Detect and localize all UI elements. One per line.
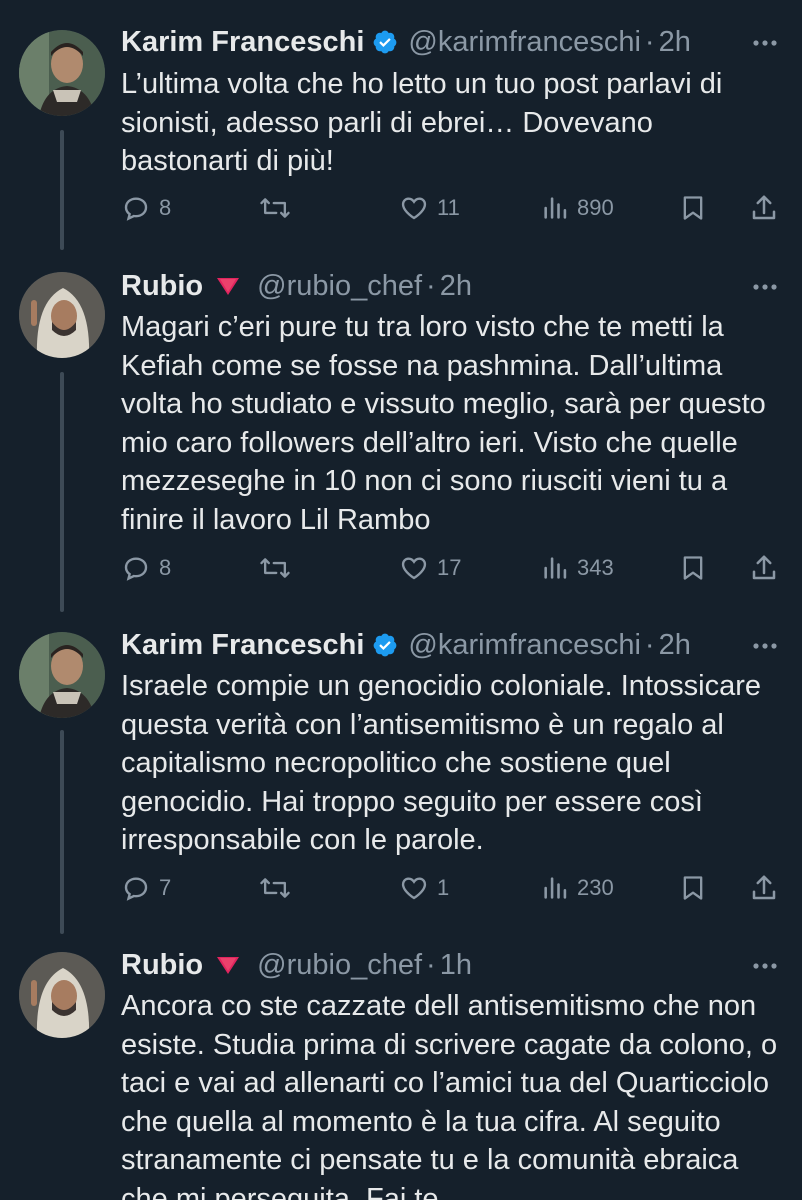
action-bar: 8 17 343 (119, 548, 784, 588)
author-name[interactable]: Karim Franceschi (121, 629, 364, 662)
action-bar: 7 1 230 (119, 868, 784, 908)
tweet-header: Rubio @rubio_chef · 1h (121, 945, 472, 985)
timestamp[interactable]: 2h (659, 629, 691, 662)
bookmark-button[interactable] (679, 868, 707, 908)
separator-dot: · (644, 25, 655, 58)
avatar[interactable] (19, 272, 105, 358)
thread-line (60, 130, 64, 250)
reply-icon (121, 193, 151, 223)
views-button[interactable]: 890 (541, 188, 614, 228)
verified-badge-icon (372, 29, 398, 55)
verified-badge-icon (372, 632, 398, 658)
more-dots-icon[interactable] (750, 631, 780, 661)
reply-icon (121, 873, 151, 903)
like-count: 17 (437, 555, 462, 580)
reply-count: 7 (159, 875, 172, 900)
views-button[interactable]: 343 (541, 548, 614, 588)
views-count: 230 (577, 875, 614, 900)
share-icon (749, 873, 779, 903)
like-button[interactable]: 11 (399, 188, 460, 228)
author-name[interactable]: Rubio (121, 270, 203, 303)
author-handle[interactable]: @rubio_chef (257, 949, 422, 982)
reply-count: 8 (159, 195, 172, 220)
tweet-text: Israele compie un genocidio coloniale. I… (121, 670, 761, 856)
separator-dot: · (426, 269, 436, 302)
tweet-text: L’ultima volta che ho letto un tuo post … (121, 68, 723, 177)
bookmark-icon (679, 553, 707, 583)
author-handle[interactable]: @karimfranceschi (408, 26, 641, 59)
like-button[interactable]: 17 (399, 548, 461, 588)
retweet-icon (259, 193, 291, 223)
separator-dot: · (644, 628, 655, 661)
timestamp[interactable]: 2h (659, 26, 691, 59)
avatar[interactable] (19, 952, 105, 1038)
share-button[interactable] (749, 548, 779, 588)
more-dots-icon[interactable] (750, 951, 780, 981)
more-dots-icon[interactable] (750, 28, 780, 58)
author-name[interactable]: Karim Franceschi (121, 26, 364, 59)
reply-icon (121, 553, 151, 583)
thread-line (60, 730, 64, 934)
thread-line (60, 372, 64, 612)
reply-button[interactable]: 7 (121, 868, 171, 908)
tweet-text: Ancora co ste cazzate dell antisemitismo… (121, 990, 778, 1200)
action-bar: 8 11 890 (119, 188, 784, 228)
like-button[interactable]: 1 (399, 868, 449, 908)
share-icon (749, 193, 779, 223)
bookmark-icon (679, 873, 707, 903)
share-button[interactable] (749, 868, 779, 908)
author-handle[interactable]: @karimfranceschi (408, 629, 641, 662)
bookmark-button[interactable] (679, 188, 707, 228)
heart-icon (399, 553, 429, 583)
avatar[interactable] (19, 632, 105, 718)
views-icon (541, 194, 569, 222)
like-count: 11 (437, 195, 460, 220)
views-icon (541, 874, 569, 902)
heart-icon (399, 873, 429, 903)
author-name[interactable]: Rubio (121, 949, 203, 982)
reply-button[interactable]: 8 (121, 188, 171, 228)
bookmark-icon (679, 193, 707, 223)
red-triangle-icon (215, 275, 241, 297)
more-dots-icon[interactable] (750, 272, 780, 302)
retweet-button[interactable] (259, 868, 299, 908)
views-count: 890 (577, 195, 614, 220)
views-icon (541, 554, 569, 582)
timestamp[interactable]: 2h (440, 270, 472, 303)
bookmark-button[interactable] (679, 548, 707, 588)
views-count: 343 (577, 555, 614, 580)
retweet-button[interactable] (259, 548, 299, 588)
author-handle[interactable]: @rubio_chef (257, 270, 422, 303)
reply-button[interactable]: 8 (121, 548, 171, 588)
tweet-header: Karim Franceschi @karimfranceschi · 2h (121, 625, 691, 665)
retweet-icon (259, 873, 291, 903)
separator-dot: · (426, 948, 436, 981)
timestamp[interactable]: 1h (440, 949, 472, 982)
avatar[interactable] (19, 30, 105, 116)
tweet-text: Magari c’eri pure tu tra loro visto che … (121, 311, 766, 536)
heart-icon (399, 193, 429, 223)
like-count: 1 (437, 875, 450, 900)
tweet-header: Karim Franceschi @karimfranceschi · 2h (121, 22, 691, 62)
tweet[interactable]: Rubio @rubio_chef · 1h Ancora co ste caz… (0, 945, 802, 1200)
tweet-header: Rubio @rubio_chef · 2h (121, 266, 472, 306)
retweet-button[interactable] (259, 188, 299, 228)
red-triangle-icon (215, 954, 241, 976)
views-button[interactable]: 230 (541, 868, 614, 908)
share-icon (749, 553, 779, 583)
retweet-icon (259, 553, 291, 583)
reply-count: 8 (159, 555, 172, 580)
share-button[interactable] (749, 188, 779, 228)
